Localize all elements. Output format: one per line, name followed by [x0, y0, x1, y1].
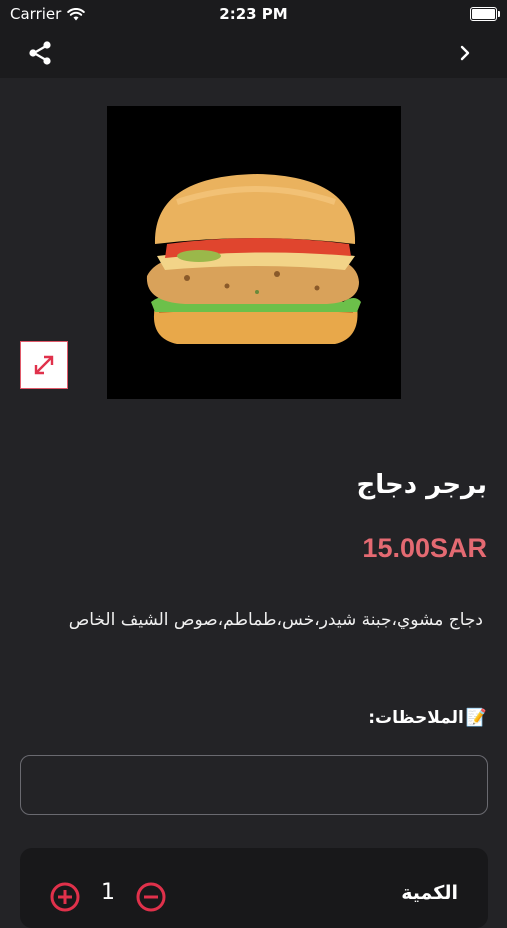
status-bar: Carrier 2:23 PM	[0, 0, 507, 28]
product-price: 15.00SAR	[362, 533, 487, 563]
share-icon	[29, 41, 51, 65]
expand-icon	[34, 355, 54, 375]
product-name: برجر دجاج	[356, 470, 487, 500]
minus-icon[interactable]	[136, 882, 166, 912]
back-button[interactable]	[453, 39, 477, 67]
notes-label-group: 📝 الملاحظات:	[368, 708, 487, 728]
notes-label: الملاحظات:	[368, 708, 464, 728]
nav-bar	[0, 28, 507, 78]
memo-icon: 📝	[465, 708, 487, 728]
quantity-card: الكمية 1	[20, 848, 488, 928]
status-time: 2:23 PM	[219, 5, 288, 23]
notes-input[interactable]	[20, 755, 488, 815]
quantity-value: 1	[101, 880, 115, 905]
share-button[interactable]	[24, 39, 56, 67]
plus-icon[interactable]	[50, 882, 80, 912]
chevron-right-icon	[460, 45, 470, 61]
battery-icon	[470, 7, 500, 21]
burger-image	[146, 174, 361, 344]
expand-image-button[interactable]	[20, 341, 68, 389]
quantity-label: الكمية	[401, 882, 458, 904]
product-image[interactable]	[107, 106, 401, 399]
product-description: دجاج مشوي،جبنة شيدر،خس،طماطم،صوص الشيف ا…	[68, 610, 483, 630]
